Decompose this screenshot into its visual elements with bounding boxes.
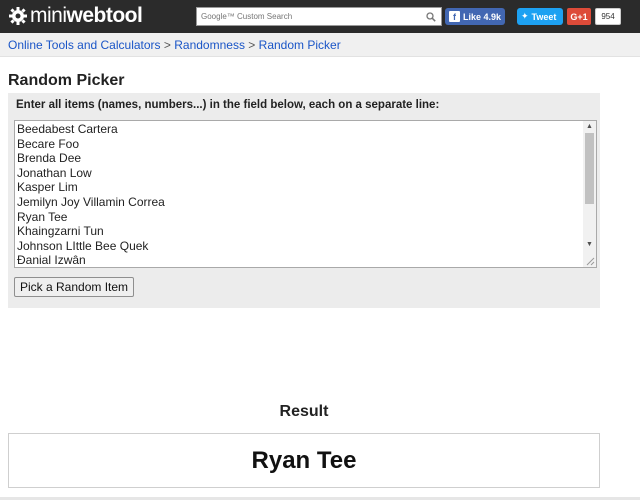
- breadcrumb-separator: >: [248, 38, 256, 52]
- scroll-down-arrow-icon[interactable]: ▼: [583, 239, 596, 250]
- items-textarea[interactable]: Beedabest Cartera Becare Foo Brenda Dee …: [14, 120, 597, 268]
- list-item: Ryan Tee: [17, 209, 68, 224]
- list-item: Becare Foo: [17, 136, 80, 151]
- tweet-button[interactable]: ✦ Tweet: [517, 8, 563, 25]
- breadcrumb-link-random-picker[interactable]: Random Picker: [259, 38, 341, 52]
- logo-prefix: mini: [30, 4, 67, 27]
- list-item: Jemilyn Joy Villamin Correa: [17, 194, 165, 209]
- breadcrumb: Online Tools and Calculators > Randomnes…: [0, 33, 640, 57]
- list-item: Đanial Izwân: [17, 253, 86, 268]
- facebook-like-button[interactable]: f Like 4.9k: [445, 8, 505, 25]
- twitter-bird-icon: ✦: [521, 11, 529, 21]
- list-item: Khaingzarni Tun: [17, 224, 104, 239]
- scroll-thumb[interactable]: [585, 133, 594, 204]
- gear-icon: [9, 7, 27, 25]
- instruction-text: Enter all items (names, numbers...) in t…: [16, 99, 440, 111]
- search-box: [196, 7, 442, 26]
- list-item: Jonathan Low: [17, 165, 92, 180]
- tweet-label: Tweet: [531, 11, 557, 22]
- search-button[interactable]: [421, 8, 441, 25]
- list-item: Kasper Lim: [17, 180, 78, 195]
- list-item: Brenda Dee: [17, 151, 82, 166]
- google-plus-count: 954: [595, 8, 621, 25]
- search-icon: [426, 11, 436, 22]
- breadcrumb-link-tools[interactable]: Online Tools and Calculators: [8, 38, 161, 52]
- breadcrumb-link-randomness[interactable]: Randomness: [174, 38, 245, 52]
- scroll-up-arrow-icon[interactable]: ▲: [583, 121, 596, 132]
- result-heading: Result: [279, 403, 329, 420]
- resize-grip-icon[interactable]: [584, 255, 595, 266]
- result-box: Ryan Tee: [8, 433, 600, 488]
- pick-random-item-button[interactable]: Pick a Random Item: [14, 277, 135, 297]
- page-title: Random Picker: [8, 72, 125, 89]
- list-item: Johnson LIttle Bee Quek: [17, 238, 149, 253]
- list-item: Beedabest Cartera: [17, 122, 118, 136]
- picker-form-panel: Enter all items (names, numbers...) in t…: [8, 93, 600, 308]
- logo-bold: webtool: [66, 4, 143, 27]
- breadcrumb-separator: >: [163, 38, 171, 52]
- top-header-bar: miniwebtool f Like 4.9k ✦ Tweet G+1 954: [0, 0, 640, 33]
- facebook-like-label: Like 4.9k: [463, 11, 502, 22]
- textarea-scrollbar[interactable]: ▲ ▼: [583, 121, 596, 267]
- result-value: Ryan Tee: [251, 446, 357, 474]
- site-logo[interactable]: miniwebtool: [8, 4, 143, 28]
- search-input[interactable]: [197, 8, 421, 25]
- items-list: Beedabest Cartera Becare Foo Brenda Dee …: [17, 122, 577, 268]
- facebook-icon: f: [449, 11, 460, 22]
- google-plus-button[interactable]: G+1: [567, 8, 591, 25]
- logo-text: miniwebtool: [30, 4, 143, 28]
- google-plus-label: G+1: [570, 11, 588, 22]
